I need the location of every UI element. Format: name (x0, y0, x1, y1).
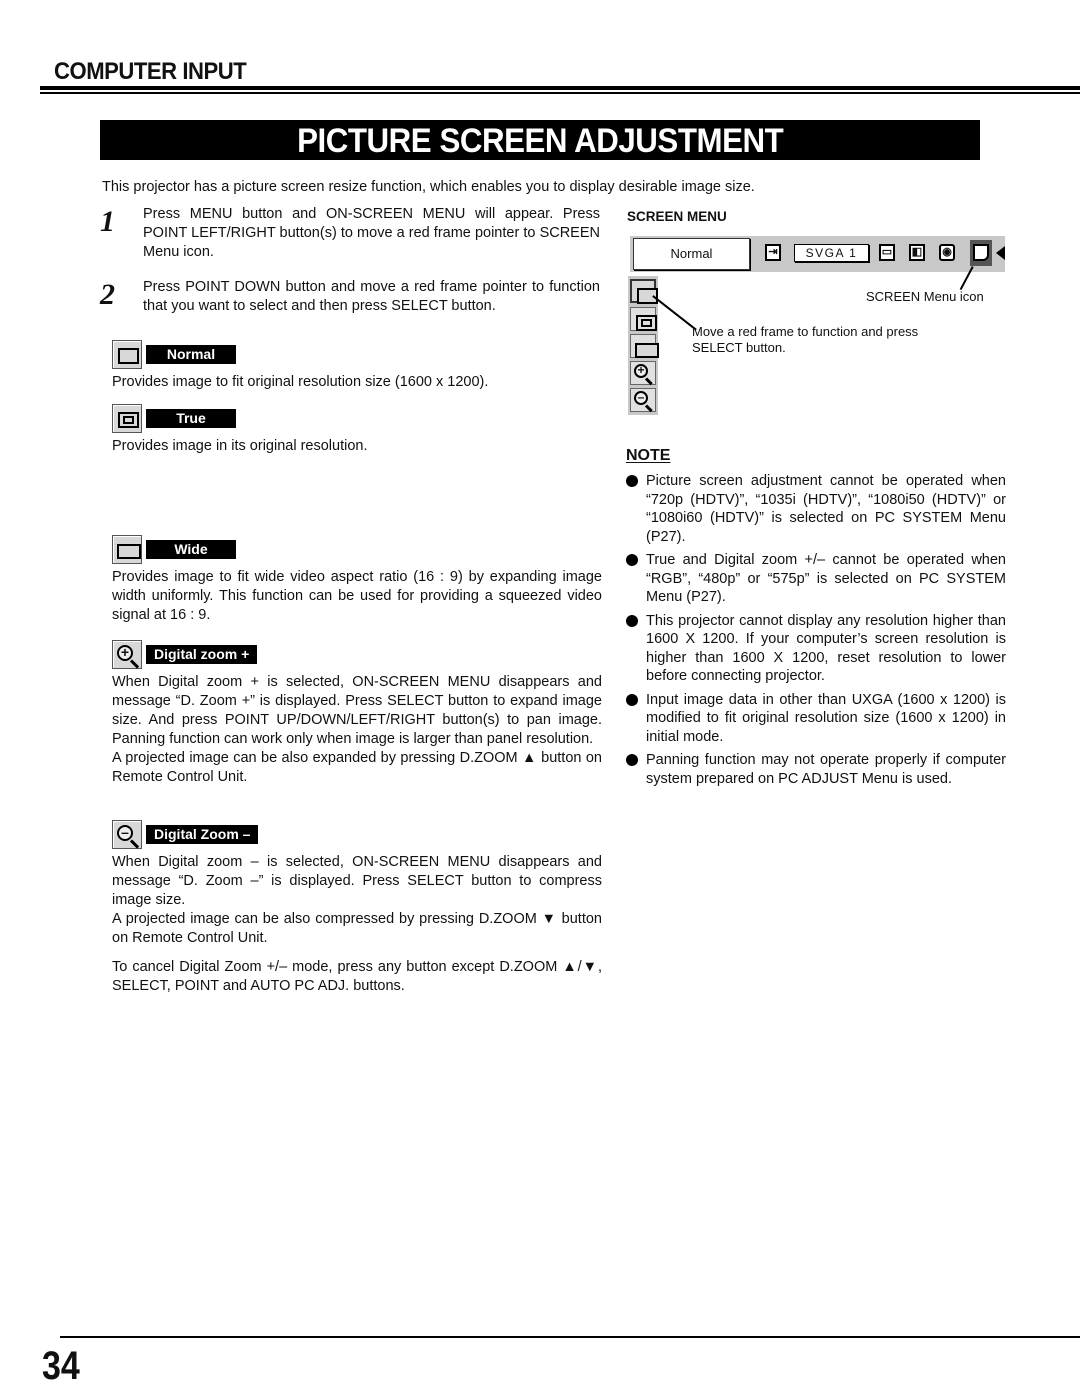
bullet-icon (626, 475, 638, 487)
zoom-out-icon: – (112, 820, 142, 849)
option-label: True (146, 409, 236, 428)
option-description: Provides image to fit original resolutio… (112, 374, 489, 390)
option-digital-zoom-plus: + Digital zoom + When Digital zoom + is … (112, 640, 602, 787)
bullet-icon (626, 693, 638, 706)
step-number: 2 (100, 278, 115, 311)
option-digital-zoom-minus: – Digital Zoom – When Digital zoom – is … (112, 820, 602, 948)
step-2: 2 Press POINT DOWN button and move a red… (100, 278, 600, 316)
header-rule (40, 86, 1080, 90)
submenu-true-icon (630, 307, 657, 331)
normal-screen-icon (112, 340, 142, 369)
submenu-wide-icon (630, 334, 659, 358)
option-label: Digital Zoom – (146, 825, 259, 844)
option-wide: Wide Provides image to fit wide video as… (112, 535, 602, 625)
true-screen-icon (112, 404, 142, 433)
note-item: True and Digital zoom +/– cannot be oper… (626, 551, 1006, 607)
step-text: Press MENU button and ON-SCREEN MENU wil… (143, 206, 600, 260)
note-item: Picture screen adjustment cannot be oper… (626, 472, 1006, 546)
option-label: Wide (146, 540, 236, 559)
bullet-icon (626, 614, 638, 627)
bullet-icon (626, 554, 638, 566)
image-adjust-icon: ◉ (939, 244, 955, 261)
note-list: Picture screen adjustment cannot be oper… (626, 472, 1006, 793)
header-rule-thin (40, 92, 1080, 94)
screen-menu-bar: Normal ⇥ SVGA 1 ▭ ◧ ◉ (630, 236, 1005, 272)
option-description: When Digital zoom – is selected, ON-SCRE… (112, 854, 602, 908)
submenu-zoom-in-icon: + (630, 361, 656, 386)
step-1: 1 Press MENU button and ON-SCREEN MENU w… (100, 205, 600, 262)
step-number: 1 (100, 205, 115, 238)
screen-menu-title: SCREEN MENU (627, 209, 727, 224)
option-description: Provides image to fit wide video aspect … (112, 569, 602, 623)
option-label: Digital zoom + (146, 645, 258, 664)
note-text: Picture screen adjustment cannot be oper… (646, 473, 1006, 545)
submenu-zoom-out-icon: – (630, 388, 656, 413)
step-text: Press POINT DOWN button and move a red f… (143, 279, 600, 314)
input-icon: ⇥ (765, 244, 781, 261)
sound-icon (996, 246, 1005, 260)
image-select-icon: ◧ (909, 244, 925, 261)
option-description-2: A projected image can be also compressed… (112, 911, 602, 946)
option-description: Provides image in its original resolutio… (112, 438, 368, 454)
note-item: Input image data in other than UXGA (160… (626, 691, 1006, 747)
zoom-in-icon: + (112, 640, 142, 669)
note-title: NOTE (626, 447, 671, 464)
option-true: True Provides image in its original reso… (112, 404, 602, 456)
intro-text: This projector has a picture screen resi… (102, 179, 755, 195)
callout-line-function (652, 295, 697, 331)
page-title: PICTURE SCREEN ADJUSTMENT (296, 122, 784, 160)
note-text: Panning function may not operate properl… (646, 752, 1006, 787)
option-description: When Digital zoom + is selected, ON-SCRE… (112, 674, 602, 747)
option-label: Normal (146, 345, 236, 364)
callout-screen-menu-icon: SCREEN Menu icon (866, 289, 984, 304)
callout-function: Move a red frame to function and press S… (692, 324, 919, 355)
footer-rule (60, 1336, 1080, 1338)
bullet-icon (626, 754, 638, 766)
note-text: True and Digital zoom +/– cannot be oper… (646, 552, 1006, 605)
option-normal: Normal Provides image to fit original re… (112, 340, 602, 392)
section-title: COMPUTER INPUT (54, 58, 247, 85)
cancel-note: To cancel Digital Zoom +/– mode, press a… (112, 959, 602, 994)
steps: 1 Press MENU button and ON-SCREEN MENU w… (100, 205, 600, 332)
page-title-banner: PICTURE SCREEN ADJUSTMENT (100, 120, 980, 160)
source-display: SVGA 1 (794, 244, 869, 262)
option-description-2: A projected image can be also expanded b… (112, 750, 602, 785)
wide-screen-icon (112, 535, 142, 564)
screen-menu-icon (970, 240, 992, 266)
note-text: Input image data in other than UXGA (160… (646, 691, 1006, 745)
note-text: This projector cannot display any resolu… (646, 612, 1006, 685)
note-item: Panning function may not operate properl… (626, 751, 1006, 788)
submenu-normal-icon (630, 279, 658, 304)
pc-adjust-icon: ▭ (879, 244, 895, 261)
page-number: 34 (42, 1344, 80, 1388)
current-mode-display: Normal (633, 238, 750, 270)
note-item: This projector cannot display any resolu… (626, 612, 1006, 686)
